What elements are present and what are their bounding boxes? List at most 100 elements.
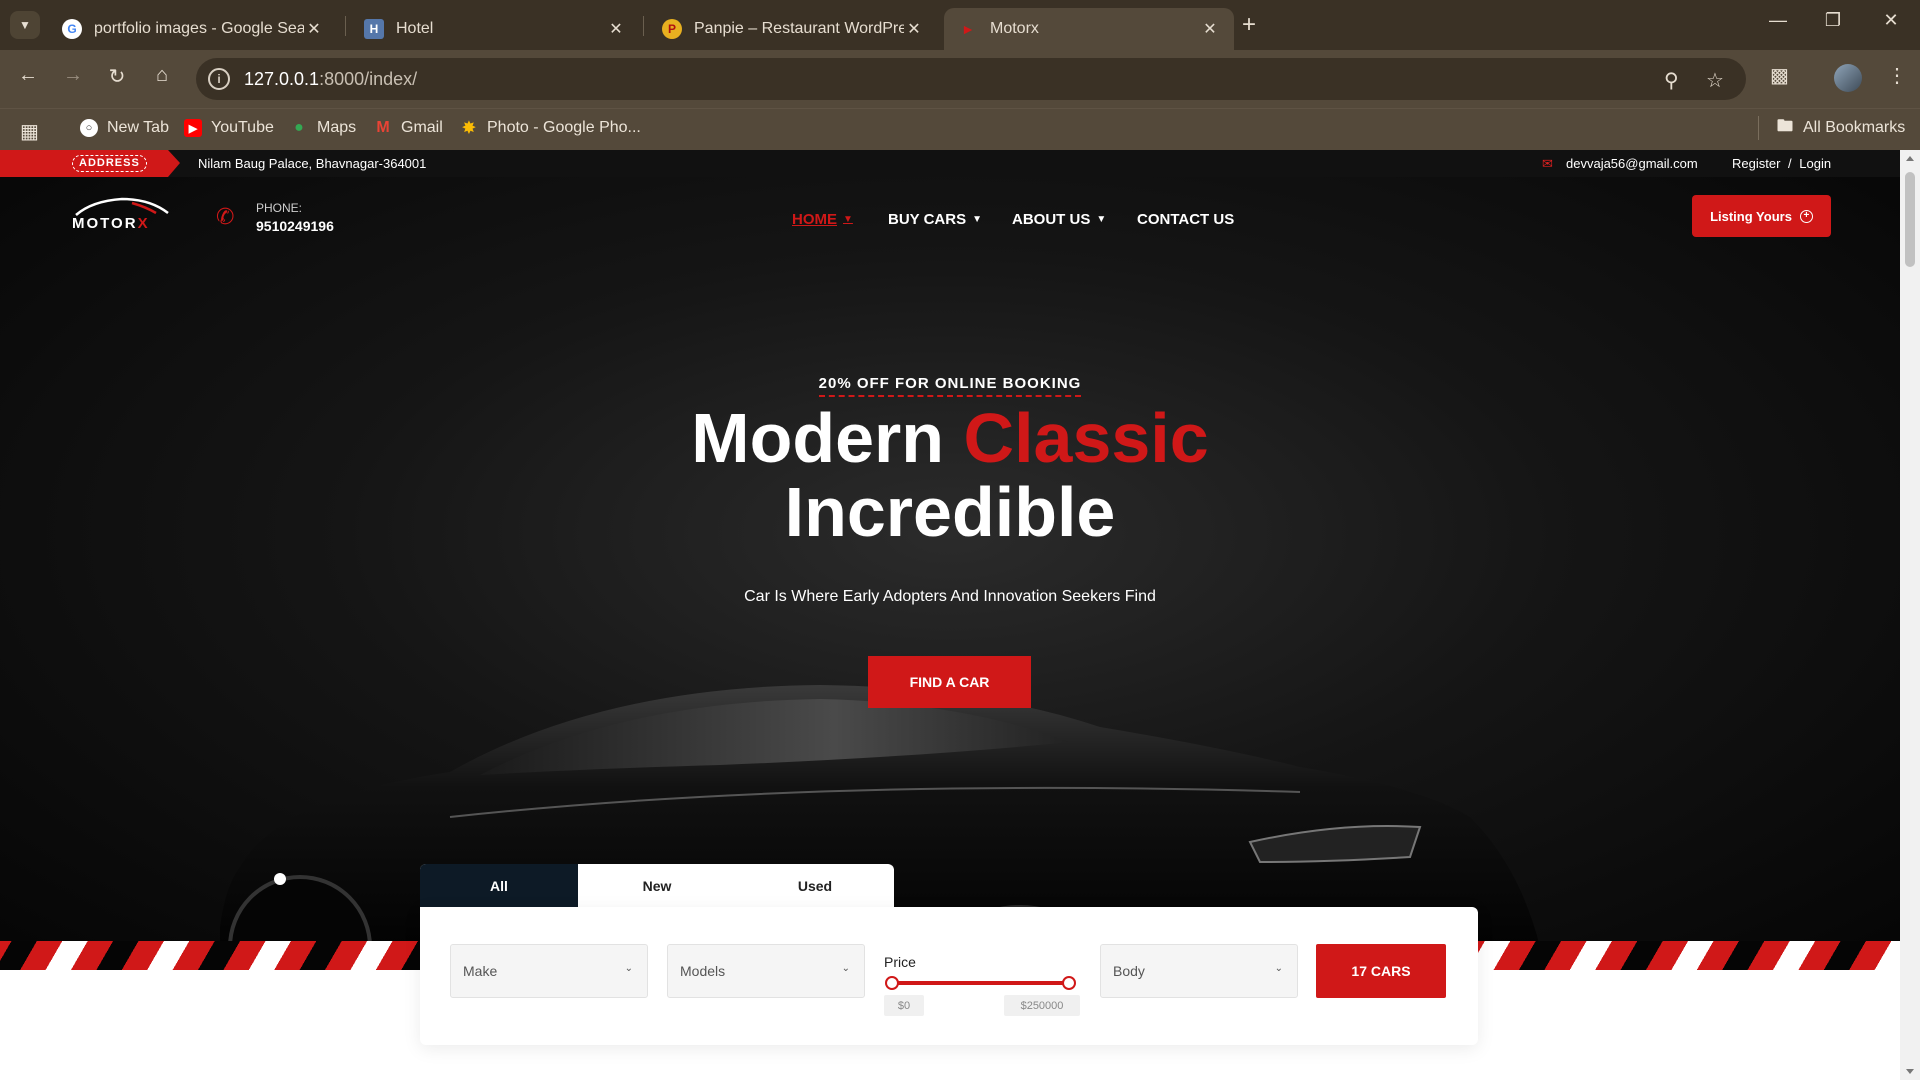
price-max-value: $250000 [1004, 995, 1080, 1016]
profile-avatar[interactable] [1834, 64, 1862, 92]
price-min-value: $0 [884, 995, 924, 1016]
bookmark-google-photos[interactable]: ✸ Photo - Google Pho... [460, 119, 641, 137]
price-range-slider[interactable] [885, 976, 1076, 990]
tab-new[interactable]: New [578, 864, 736, 907]
folder-icon: 🖿 [1776, 117, 1793, 135]
maps-pin-icon: ● [294, 119, 304, 136]
price-range-fill [889, 981, 1072, 985]
tab-divider [643, 16, 644, 36]
auth-links: Register / Login [1732, 156, 1831, 171]
listing-yours-button[interactable]: Listing Yours + [1692, 195, 1831, 237]
nav-about-us[interactable]: ABOUT US ▼ [1012, 211, 1106, 228]
login-link[interactable]: Login [1799, 156, 1831, 171]
price-min-handle[interactable] [885, 976, 899, 990]
bookmarks-divider [1758, 116, 1759, 140]
hotel-icon: H [364, 19, 384, 39]
chevron-down-icon: ▼ [1096, 214, 1107, 225]
tab-used[interactable]: Used [736, 864, 894, 907]
bookmark-star-icon[interactable]: ☆ [1706, 68, 1724, 93]
browser-tab-google[interactable]: G portfolio images - Google Search ✕ [48, 8, 338, 50]
bookmark-maps[interactable]: ● Maps [290, 119, 356, 137]
home-icon[interactable]: ⌂ [147, 64, 177, 87]
site-info-icon[interactable]: i [208, 68, 230, 90]
minimize-icon[interactable]: — [1763, 10, 1793, 31]
car-search-form: Make ⌄ Models ⌄ Price $0 $250000 Body ⌄ 17 … [420, 907, 1478, 1045]
address-bar[interactable]: i 127.0.0.1:8000/index/ ⚲ ☆ [196, 58, 1746, 100]
mail-icon: ✉ [1542, 156, 1553, 171]
browser-tab-strip: ▼ G portfolio images - Google Search ✕ H… [0, 0, 1920, 50]
nav-home[interactable]: HOME ▼ [792, 211, 853, 228]
logo-wordmark: MOTORX [72, 215, 150, 232]
scrollbar-thumb[interactable] [1905, 172, 1915, 267]
chevron-down-icon: ⌄ [841, 963, 850, 974]
chevron-down-icon: ▼ [972, 214, 982, 225]
promo-tagline: 20% OFF FOR ONLINE BOOKING [0, 375, 1900, 397]
body-select[interactable]: Body ⌄ [1100, 944, 1298, 998]
browser-toolbar: ← → ↻ ⌂ i 127.0.0.1:8000/index/ ⚲ ☆ [0, 50, 1920, 108]
tab-all[interactable]: All [420, 864, 578, 914]
youtube-icon: ▶ [184, 119, 202, 137]
gmail-icon: M [376, 119, 390, 136]
email-link[interactable]: devvaja56@gmail.com [1566, 156, 1698, 171]
new-tab-plus-icon[interactable]: + [1242, 12, 1256, 38]
register-link[interactable]: Register [1732, 156, 1780, 171]
hero-subheadline: Car Is Where Early Adopters And Innovati… [744, 588, 1156, 605]
price-label: Price [884, 954, 916, 970]
url-text[interactable]: 127.0.0.1:8000/index/ [244, 69, 417, 90]
motorx-icon: ► [961, 21, 975, 37]
phone-chat-icon: ✆ [216, 204, 235, 229]
close-tab-icon[interactable]: ✕ [606, 19, 626, 39]
bookmark-youtube[interactable]: ▶ YouTube [184, 119, 274, 137]
hero-headline: Modern Classic Incredible [691, 399, 1209, 551]
page-viewport: ADDRESS Nilam Baug Palace, Bhavnagar-364… [0, 150, 1900, 1080]
panpie-icon: P [662, 19, 682, 39]
phone-number[interactable]: 9510249196 [256, 218, 334, 234]
bookmarks-bar: ▦ ○ New Tab ▶ YouTube ● Maps M Gmail ✸ P… [0, 108, 1920, 150]
reload-icon[interactable]: ↻ [102, 64, 132, 89]
chevron-down-icon: ▼ [843, 214, 853, 225]
address-text: Nilam Baug Palace, Bhavnagar-364001 [198, 156, 427, 171]
address-badge: ADDRESS [0, 150, 180, 177]
extensions-puzzle-icon[interactable]: ▩ [1770, 63, 1789, 88]
chevron-down-icon: ⌄ [624, 963, 633, 974]
find-a-car-button[interactable]: FIND A CAR [868, 656, 1031, 708]
top-info-bar: ADDRESS Nilam Baug Palace, Bhavnagar-364… [0, 150, 1900, 177]
tab-divider [345, 16, 346, 36]
close-tab-icon[interactable]: ✕ [904, 19, 924, 39]
car-outline-logo-icon [75, 197, 169, 216]
close-tab-icon[interactable]: ✕ [304, 19, 324, 39]
nav-contact-us[interactable]: CONTACT US [1137, 211, 1234, 228]
forward-arrow-icon[interactable]: → [58, 64, 88, 87]
price-max-handle[interactable] [1062, 976, 1076, 990]
browser-tab-motorx[interactable]: ► Motorx ✕ [944, 8, 1234, 50]
close-tab-icon[interactable]: ✕ [1200, 19, 1220, 39]
page-scrollbar[interactable] [1900, 150, 1920, 1080]
nav-buy-cars[interactable]: BUY CARS ▼ [888, 211, 982, 228]
restore-icon[interactable]: ❐ [1818, 10, 1848, 31]
chevron-down-icon: ⌄ [1274, 963, 1283, 974]
browser-tab-panpie[interactable]: P Panpie – Restaurant WordPress ✕ [648, 8, 938, 50]
motorx-logo[interactable]: MOTORX [72, 195, 172, 235]
hero-section: MOTORX ✆ PHONE: 9510249196 HOME ▼ BUY CAR… [0, 177, 1900, 970]
globe-icon: ○ [80, 119, 98, 137]
browser-tab-hotel[interactable]: H Hotel ✕ [350, 8, 640, 50]
search-cars-button[interactable]: 17 CARS [1316, 944, 1446, 998]
phone-label: PHONE: [256, 201, 303, 215]
browser-menu-icon[interactable]: ⋮ [1887, 63, 1907, 88]
bookmark-gmail[interactable]: M Gmail [374, 119, 442, 137]
all-bookmarks[interactable]: 🖿 All Bookmarks [1776, 117, 1905, 137]
apps-grid-icon[interactable]: ▦ [20, 119, 39, 144]
bookmark-new-tab[interactable]: ○ New Tab [80, 119, 169, 137]
scroll-up-arrow-icon[interactable] [1906, 156, 1914, 161]
tab-search-chevron-icon[interactable]: ▼ [10, 11, 40, 39]
plus-circle-icon: + [1799, 209, 1813, 223]
auth-separator: / [1788, 156, 1792, 171]
window-close-icon[interactable]: ✕ [1876, 10, 1906, 31]
search-tabs: All New Used [420, 864, 894, 914]
zoom-icon[interactable]: ⚲ [1664, 68, 1679, 93]
scroll-down-arrow-icon[interactable] [1906, 1069, 1914, 1074]
back-arrow-icon[interactable]: ← [13, 64, 43, 87]
make-select[interactable]: Make ⌄ [450, 944, 648, 998]
google-icon: G [62, 19, 82, 39]
models-select[interactable]: Models ⌄ [667, 944, 865, 998]
